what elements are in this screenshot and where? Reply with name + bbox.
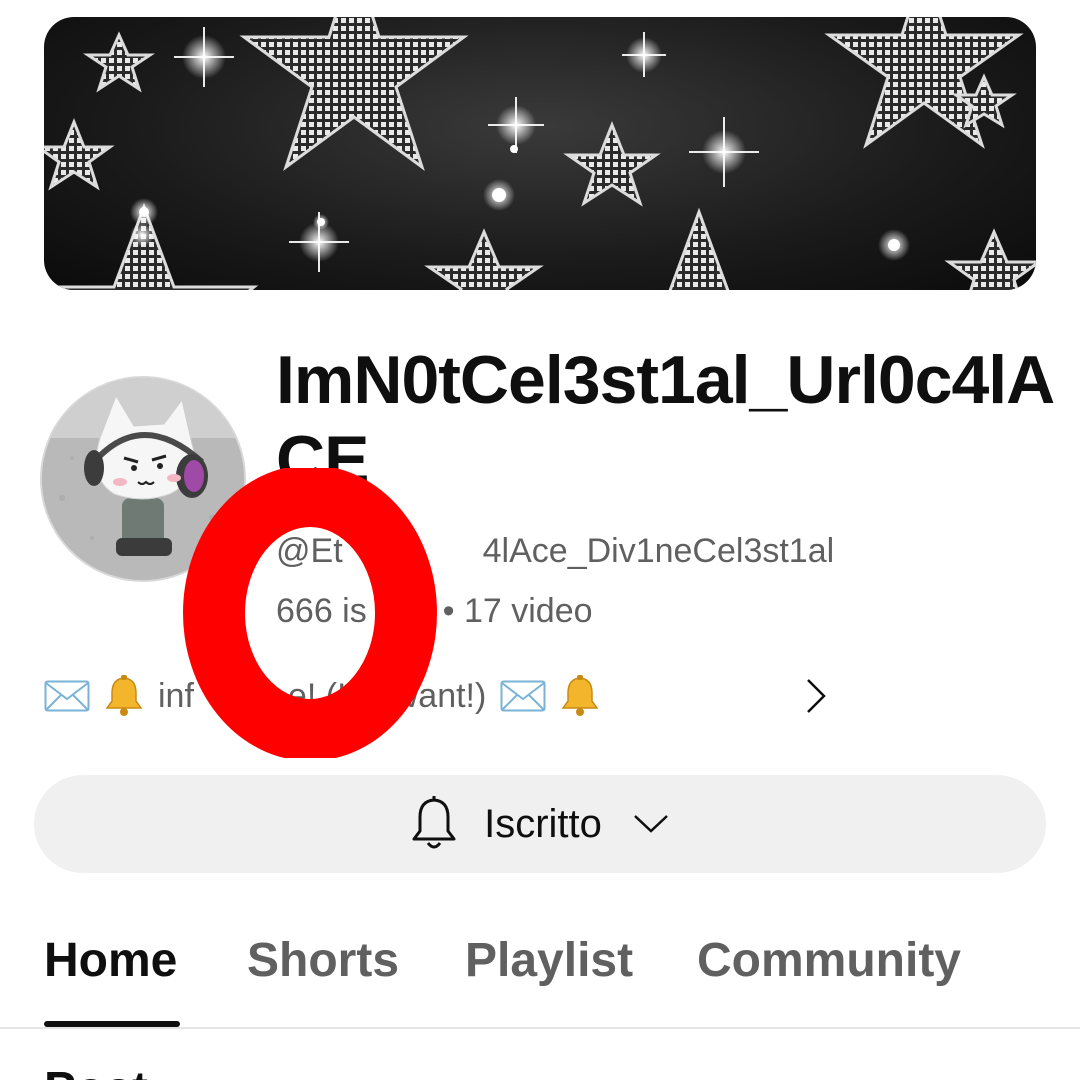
channel-handle-start: @Et bbox=[276, 532, 343, 570]
tab-community[interactable]: Community bbox=[697, 933, 961, 988]
bell-icon bbox=[412, 796, 456, 849]
chevron-down-icon bbox=[634, 815, 668, 833]
active-tab-indicator bbox=[44, 1021, 180, 1027]
channel-avatar[interactable] bbox=[42, 378, 244, 580]
star-banner-image bbox=[44, 17, 1036, 290]
channel-banner bbox=[44, 17, 1036, 290]
envelope-icon bbox=[500, 680, 546, 712]
channel-handle-end: 4lAce_Div1neCel3st1al bbox=[482, 532, 835, 570]
description-text-end: e! (If u want!) bbox=[287, 676, 487, 715]
envelope-icon bbox=[44, 680, 90, 712]
channel-name: ImN0tCel3st1al_Url0c4lACE bbox=[276, 342, 1055, 498]
bell-icon bbox=[561, 675, 599, 716]
channel-handle: @Et 4lAce_Div1neCel3st1al bbox=[276, 530, 834, 572]
tab-home[interactable]: Home bbox=[44, 933, 177, 988]
tab-playlist[interactable]: Playlist bbox=[465, 933, 633, 988]
toro-cat-avatar-image bbox=[42, 378, 244, 580]
chevron-right-icon[interactable] bbox=[800, 676, 830, 716]
bell-icon bbox=[105, 675, 143, 716]
channel-page: ImN0tCel3st1al_Url0c4lACE @Et 4lAce_Div1n… bbox=[0, 0, 1080, 1080]
channel-stats: 666 is tti • 17 video bbox=[276, 590, 593, 632]
channel-description[interactable]: inf e! (If u want!) bbox=[44, 672, 614, 720]
channel-tabs: Home Shorts Playlist Community bbox=[0, 915, 1080, 1029]
subscriber-count: 666 is bbox=[276, 592, 367, 630]
description-text-start: inf bbox=[158, 676, 194, 715]
section-heading: Post bbox=[44, 1062, 148, 1080]
subscribed-button[interactable]: Iscritto bbox=[34, 775, 1046, 873]
video-count: tti • 17 video bbox=[406, 592, 593, 630]
tab-shorts[interactable]: Shorts bbox=[247, 933, 399, 988]
subscribed-label: Iscritto bbox=[484, 801, 602, 846]
